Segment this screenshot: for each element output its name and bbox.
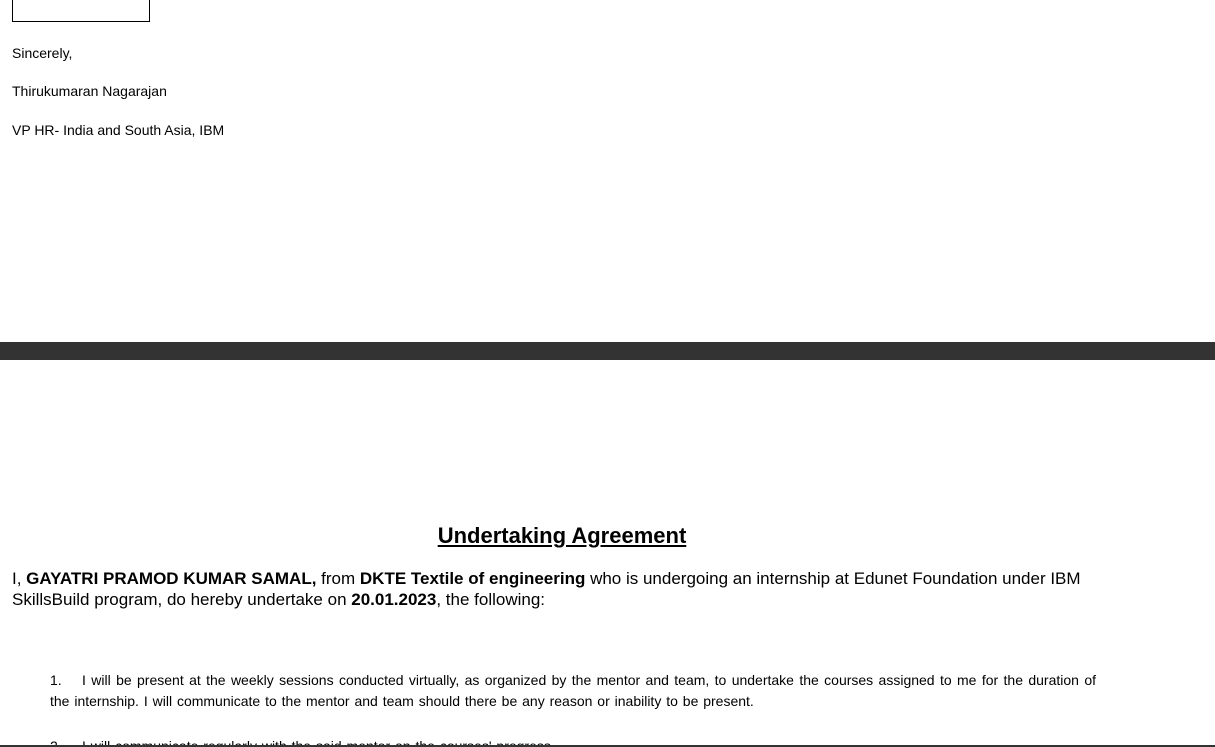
document-viewer[interactable]: Sincerely, Thirukumaran Nagarajan VP HR-… [0, 0, 1215, 747]
signature-box [12, 0, 150, 22]
signatory-title: VP HR- India and South Asia, IBM [12, 122, 225, 138]
intro-text: , the following: [436, 590, 546, 609]
closing-text: Sincerely, [12, 45, 73, 61]
list-item: 1. I will be present at the weekly sessio… [50, 670, 1096, 712]
page-separator [0, 342, 1215, 360]
list-item-text: I will be present at the weekly sessions… [50, 672, 1096, 709]
document-page-1: Sincerely, Thirukumaran Nagarajan VP HR-… [0, 0, 1215, 342]
list-item-number: 1. [50, 672, 62, 688]
intern-name: GAYATRI PRAMOD KUMAR SAMAL, [26, 569, 317, 588]
college-name: DKTE Textile of engineering [359, 569, 586, 588]
agreement-intro: I, GAYATRI PRAMOD KUMAR SAMAL, from DKTE… [12, 568, 1102, 610]
intro-text: I, [12, 569, 27, 588]
signatory-name: Thirukumaran Nagarajan [12, 83, 167, 99]
agreement-title: Undertaking Agreement [437, 523, 687, 548]
document-page-2: Undertaking Agreement I, GAYATRI PRAMOD … [0, 360, 1215, 747]
undertaking-date: 20.01.2023 [351, 590, 437, 609]
intro-text: from [316, 569, 360, 588]
